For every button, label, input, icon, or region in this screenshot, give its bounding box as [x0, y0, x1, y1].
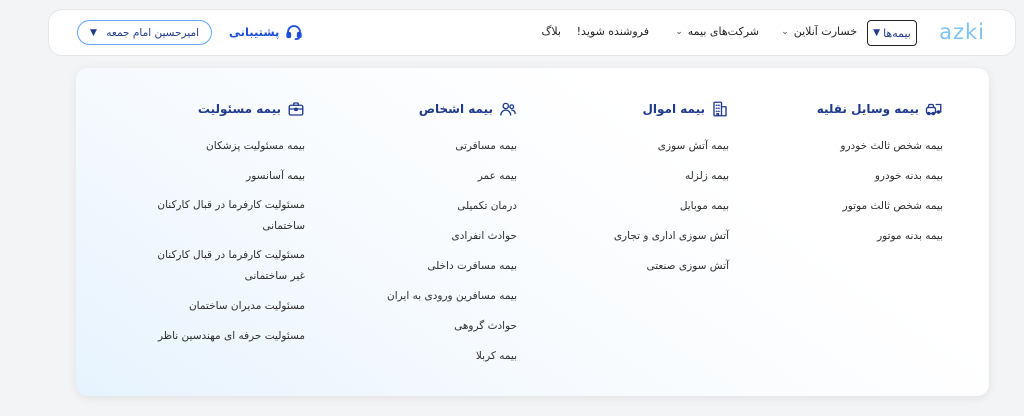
menu-item[interactable]: بیمه شخص ثالث خودرو [803, 135, 943, 157]
menu-item[interactable]: بیمه آسانسور [145, 165, 305, 187]
chevron-down-icon: ▼ [873, 28, 881, 38]
user-name: امیرحسین امام جمعه [106, 26, 199, 39]
nav-item-label: فروشنده شوید! [576, 25, 649, 38]
menu-item[interactable]: آتش سوزی صنعتی [589, 255, 729, 277]
chevron-down-icon: ▼ [90, 27, 97, 38]
menu-item[interactable]: مسئولیت حرفه ای مهندسین ناظر [145, 325, 305, 347]
menu-item[interactable]: حوادث گروهی [357, 315, 517, 337]
nav-item-label: شرکت‌های بیمه [687, 25, 759, 38]
chevron-down-icon: ⌄ [781, 26, 789, 37]
nav-item-insurances[interactable]: بیمه‌ها ▼ [867, 20, 917, 46]
menu-column-vehicle: بیمه وسایل نقلیه بیمه شخص ثالث خودرو بیم… [803, 100, 943, 255]
menu-item[interactable]: درمان تکمیلی [357, 195, 517, 217]
menu-column-title: بیمه اموال [589, 100, 729, 118]
menu-column-liability: بیمه مسئولیت بیمه مسئولیت پزشکان بیمه آس… [145, 100, 305, 355]
nav-item-become-seller[interactable]: فروشنده شوید! [577, 25, 649, 38]
user-menu-button[interactable]: امیرحسین امام جمعه ▼ [77, 20, 212, 45]
support-link[interactable]: پشتیبانی [229, 23, 303, 41]
menu-item[interactable]: بیمه بدنه موتور [803, 225, 943, 247]
menu-item[interactable]: آتش سوزی اداری و تجاری [589, 225, 729, 247]
menu-item[interactable]: مسئولیت مدیران ساختمان [145, 295, 305, 317]
people-icon [500, 102, 516, 116]
nav-item-label: بلاگ [541, 25, 561, 38]
insurance-mega-menu: بیمه وسایل نقلیه بیمه شخص ثالث خودرو بیم… [76, 68, 989, 396]
nav-item-insurance-companies[interactable]: شرکت‌های بیمه ⌄ [675, 25, 759, 38]
headset-icon [286, 25, 303, 41]
menu-item[interactable]: بیمه زلزله [589, 165, 729, 187]
menu-column-title: بیمه وسایل نقلیه [803, 100, 943, 118]
menu-item[interactable]: بیمه آتش سوزی [589, 135, 729, 157]
support-label: پشتیبانی [229, 25, 280, 39]
chevron-down-icon: ⌄ [675, 26, 683, 37]
menu-item[interactable]: حوادث انفرادی [357, 225, 518, 247]
menu-item[interactable]: بیمه شخص ثالث موتور [803, 195, 943, 217]
menu-item[interactable]: مسئولیت کارفرما در قبال کارکنان غیر ساخت… [145, 245, 305, 287]
azki-logo[interactable]: azki [939, 20, 985, 44]
top-navbar: azki بیمه‌ها ▼ خسارت آنلاین ⌄ شرکت‌های ب… [48, 9, 1016, 56]
nav-item-online-claims[interactable]: خسارت آنلاین ⌄ [781, 25, 857, 38]
menu-item[interactable]: بیمه مسافرین ورودی به ایران [357, 285, 517, 307]
menu-item[interactable]: بیمه کربلا [357, 345, 517, 367]
menu-column-persons: بیمه اشخاص بیمه مسافرتی بیمه عمر درمان ت… [357, 100, 517, 375]
briefcase-icon [288, 102, 304, 116]
menu-item[interactable]: بیمه بدنه خودرو [803, 165, 943, 187]
nav-item-label: خسارت آنلاین [793, 25, 857, 38]
vehicle-icon [925, 103, 942, 116]
building-icon [713, 101, 727, 117]
nav-item-blog[interactable]: بلاگ [542, 25, 561, 38]
menu-item[interactable]: بیمه مسافرتی [357, 135, 517, 157]
menu-item[interactable]: بیمه موبایل [589, 195, 729, 217]
menu-column-title: بیمه مسئولیت [145, 100, 305, 118]
menu-item[interactable]: بیمه عمر [357, 165, 517, 187]
menu-column-title: بیمه اشخاص [357, 100, 517, 118]
nav-item-label: بیمه‌ها [883, 26, 911, 40]
menu-item[interactable]: بیمه مسافرت داخلی [357, 255, 517, 277]
menu-item[interactable]: مسئولیت کارفرما در قبال کارکنان ساختمانی [145, 195, 305, 237]
menu-item[interactable]: بیمه مسئولیت پزشکان [145, 135, 305, 157]
menu-column-property: بیمه اموال بیمه آتش سوزی بیمه زلزله بیمه… [589, 100, 729, 285]
